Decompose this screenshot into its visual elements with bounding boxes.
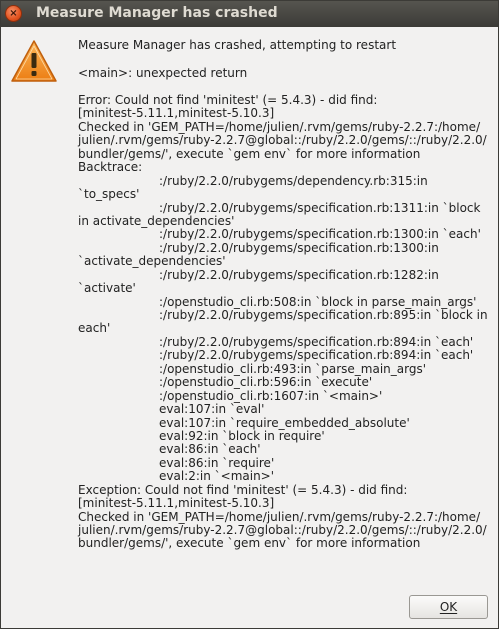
ok-button-label: OK [439,600,458,614]
details-line: Checked in 'GEM_PATH=/home/julien/.rvm/g… [78,119,481,134]
details-line: Error: Could not find 'minitest' (= 5.4.… [78,93,378,107]
details-line: bundler/gems/', execute `gem env` for mo… [78,146,421,161]
details-line: eval:107:in `eval' [159,402,265,417]
details-line: eval:107:in `require_embedded_absolute' [159,415,410,430]
details-line: julien/.rvm/gems/ruby-2.2.7@global::/rub… [78,133,487,148]
warning-icon [11,40,57,82]
details-line: :/ruby/2.2.0/rubygems/specification.rb:8… [159,348,474,363]
ok-button[interactable]: OK [409,595,488,619]
details-line: :/openstudio_cli.rb:508:in `block in par… [159,294,477,309]
title-bar[interactable]: × Measure Manager has crashed [1,1,498,27]
details-line: [minitest-5.11.1,minitest-5.10.3] [78,106,275,121]
details-line: Exception: Could not find 'minitest' (= … [78,482,408,497]
details-line: Checked in 'GEM_PATH=/home/julien/.rvm/g… [78,509,481,524]
details-line: eval:86:in `require' [159,455,275,470]
details-line: `activate_dependencies' [78,254,226,269]
crash-sub-message: <main>: unexpected return [78,66,248,80]
details-line: eval:86:in `each' [159,442,261,457]
details-line: :/openstudio_cli.rb:596:in `execute' [159,375,373,390]
details-line: :/openstudio_cli.rb:1607:in `<main>' [159,388,383,403]
details-line: [minitest-5.11.1,minitest-5.10.3] [78,496,275,511]
crash-dialog-window: × Measure Manager has crashed Measure Ma… [0,0,499,629]
details-line: :/ruby/2.2.0/rubygems/specification.rb:8… [159,308,488,322]
details-line: :/ruby/2.2.0/rubygems/dependency.rb:315:… [159,173,428,188]
details-line: :/ruby/2.2.0/rubygems/specification.rb:1… [159,267,439,282]
details-line: `to_specs' [78,187,140,202]
details-line: each' [78,321,111,336]
details-line: bundler/gems/', execute `gem env` for mo… [78,536,421,551]
details-line: :/ruby/2.2.0/rubygems/specification.rb:1… [159,240,439,255]
details-line: eval:92:in `block in require' [159,428,325,443]
details-line: :/ruby/2.2.0/rubygems/specification.rb:1… [159,200,481,215]
details-line: in activate_dependencies' [78,213,235,228]
details-line: `activate' [78,281,136,296]
close-icon: × [9,7,18,19]
details-line: :/ruby/2.2.0/rubygems/specification.rb:1… [159,227,481,242]
details-line: :/ruby/2.2.0/rubygems/specification.rb:8… [159,334,474,349]
error-details: Error: Could not find 'minitest' (= 5.4.… [78,93,490,551]
details-line: :/openstudio_cli.rb:493:in `parse_main_a… [159,361,427,376]
window-title: Measure Manager has crashed [36,5,278,21]
details-line: eval:2:in `<main>' [159,469,275,484]
close-window-button[interactable]: × [5,5,22,22]
details-line: Backtrace: [78,160,143,175]
details-line: julien/.rvm/gems/ruby-2.2.7@global::/rub… [78,523,487,537]
crash-message: Measure Manager has crashed, attempting … [78,38,397,52]
